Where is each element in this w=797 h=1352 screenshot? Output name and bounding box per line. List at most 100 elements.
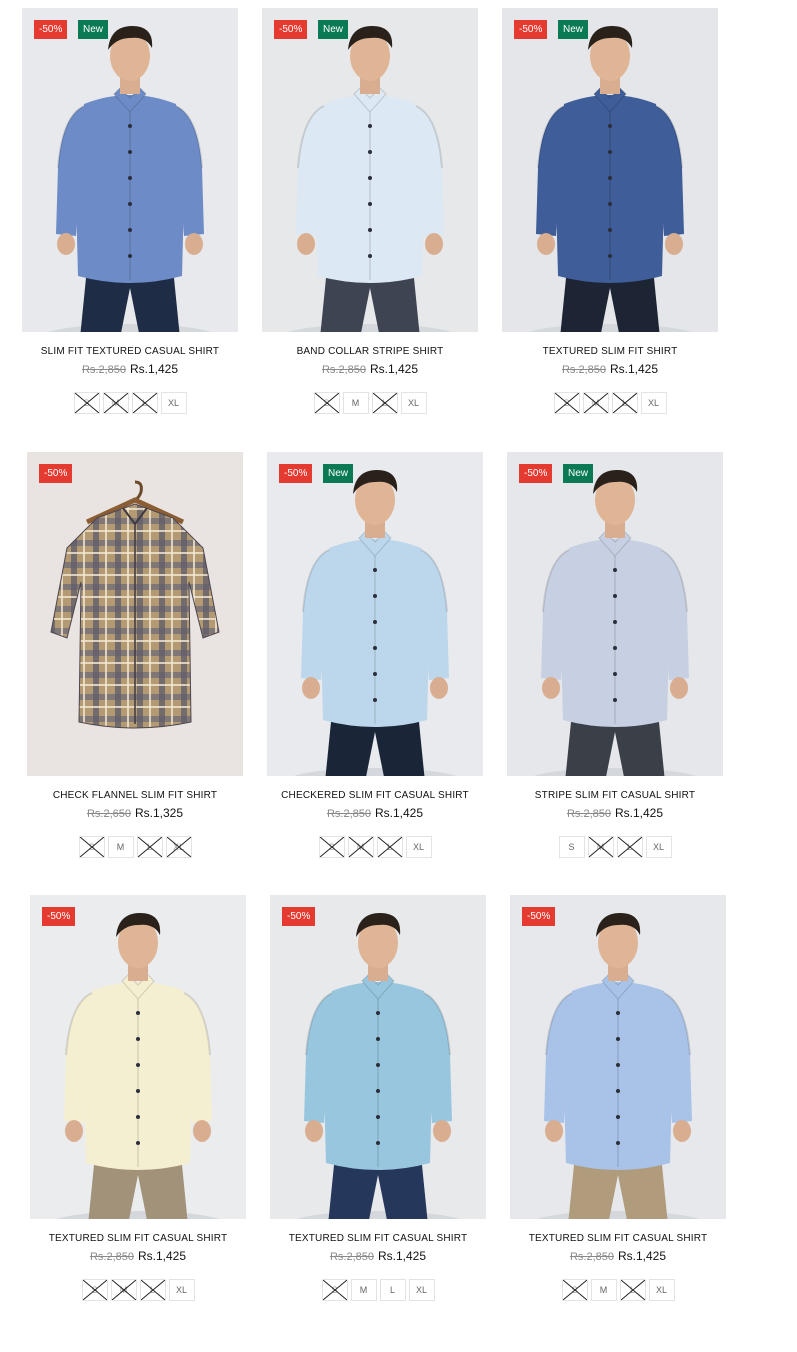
price-row: Rs.2,850 Rs.1,425	[262, 362, 478, 376]
product-card[interactable]: -50% TEXTURED SLIM FIT CASUAL SHIRT Rs.2,8…	[510, 895, 726, 1301]
new-badge: New	[558, 20, 589, 39]
size-option-s[interactable]: S	[558, 836, 585, 858]
product-image[interactable]: -50%	[270, 895, 486, 1219]
product-image[interactable]: -50%	[30, 895, 246, 1219]
product-title[interactable]: TEXTURED SLIM FIT CASUAL SHIRT	[30, 1233, 246, 1244]
product-photo	[262, 8, 478, 332]
product-card[interactable]: -50% New SLIM FIT TEXTURED CASUAL SHIRT Rs.…	[22, 8, 238, 414]
discount-badge: -50%	[42, 907, 76, 926]
product-photo	[502, 8, 718, 332]
product-image[interactable]: -50%	[510, 895, 726, 1219]
product-card[interactable]: -50% TEXTURED SLIM FIT CASUAL SHIRT Rs.2,8…	[270, 895, 486, 1301]
product-image[interactable]: -50%	[27, 452, 243, 776]
sale-price: Rs.1,425	[610, 362, 659, 376]
product-title[interactable]: STRIPE SLIM FIT CASUAL SHIRT	[507, 790, 723, 801]
size-option-xl[interactable]: XL	[160, 392, 187, 414]
size-label: M	[359, 1285, 368, 1295]
size-option-s-unavailable[interactable]: S	[313, 392, 340, 414]
product-title[interactable]: TEXTURED SLIM FIT SHIRT	[502, 346, 718, 357]
size-option-m[interactable]: M	[342, 392, 369, 414]
product-image[interactable]: -50% New	[22, 8, 238, 332]
size-label: XL	[167, 398, 179, 408]
product-card[interactable]: -50% New STRIPE SLIM FIT CASUAL SHIRT Rs.2,…	[507, 452, 723, 858]
product-title[interactable]: SLIM FIT TEXTURED CASUAL SHIRT	[22, 346, 238, 357]
product-photo	[30, 895, 246, 1219]
product-title[interactable]: TEXTURED SLIM FIT CASUAL SHIRT	[270, 1233, 486, 1244]
size-option-l-unavailable[interactable]: L	[131, 392, 158, 414]
product-card[interactable]: -50% TEXTURED SLIM FIT CASUAL SHIRT Rs.2,8…	[30, 895, 246, 1301]
product-card[interactable]: -50% New BAND COLLAR STRIPE SHIRT Rs.2,850 R…	[262, 8, 478, 414]
new-badge: New	[78, 20, 109, 39]
size-option-xl-unavailable[interactable]: XL	[165, 836, 192, 858]
product-photo	[507, 452, 723, 776]
size-option-m-unavailable[interactable]: M	[102, 392, 129, 414]
size-option-m[interactable]: M	[107, 836, 134, 858]
size-option-m-unavailable[interactable]: M	[582, 392, 609, 414]
size-options: S M L XL	[27, 836, 243, 858]
size-label: S	[331, 1285, 338, 1295]
size-option-s-unavailable[interactable]: S	[81, 1279, 108, 1301]
size-label: XL	[175, 1285, 187, 1295]
product-image[interactable]: -50% New	[262, 8, 478, 332]
product-card[interactable]: -50% New TEXTURED SLIM FIT SHIRT Rs.2,850 Rs…	[502, 8, 718, 414]
size-option-m[interactable]: M	[350, 1279, 377, 1301]
size-option-l-unavailable[interactable]: L	[376, 836, 403, 858]
size-option-l-unavailable[interactable]: L	[616, 836, 643, 858]
size-label: M	[596, 842, 605, 852]
product-image[interactable]: -50% New	[507, 452, 723, 776]
size-option-m-unavailable[interactable]: M	[110, 1279, 137, 1301]
product-title[interactable]: TEXTURED SLIM FIT CASUAL SHIRT	[510, 1233, 726, 1244]
size-option-xl[interactable]: XL	[400, 392, 427, 414]
size-label: XL	[172, 842, 184, 852]
size-options: S M L XL	[267, 836, 483, 858]
size-option-xl[interactable]: XL	[645, 836, 672, 858]
size-option-s-unavailable[interactable]: S	[553, 392, 580, 414]
size-label: M	[116, 842, 125, 852]
product-photo	[270, 895, 486, 1219]
size-option-l-unavailable[interactable]: L	[139, 1279, 166, 1301]
discount-badge: -50%	[519, 464, 553, 483]
size-option-s-unavailable[interactable]: S	[73, 392, 100, 414]
size-option-m-unavailable[interactable]: M	[347, 836, 374, 858]
product-card[interactable]: -50% CHECK FLANNEL SLIM FIT SHIRT Rs.2,650…	[27, 452, 243, 858]
product-title[interactable]: CHECK FLANNEL SLIM FIT SHIRT	[27, 790, 243, 801]
size-option-s-unavailable[interactable]: S	[318, 836, 345, 858]
size-label: XL	[655, 1285, 667, 1295]
product-title[interactable]: CHECKERED SLIM FIT CASUAL SHIRT	[267, 790, 483, 801]
size-options: S M L XL	[510, 1279, 726, 1301]
size-label: L	[146, 842, 152, 852]
size-option-s-unavailable[interactable]: S	[561, 1279, 588, 1301]
product-photo	[22, 8, 238, 332]
price-row: Rs.2,850 Rs.1,425	[267, 806, 483, 820]
size-label: XL	[415, 1285, 427, 1295]
product-card[interactable]: -50% New CHECKERED SLIM FIT CASUAL SHIRT Rs…	[267, 452, 483, 858]
new-badge: New	[318, 20, 349, 39]
size-option-m-unavailable[interactable]: M	[587, 836, 614, 858]
product-image[interactable]: -50% New	[267, 452, 483, 776]
size-option-l-unavailable[interactable]: L	[611, 392, 638, 414]
size-option-l-unavailable[interactable]: L	[136, 836, 163, 858]
size-option-xl[interactable]: XL	[640, 392, 667, 414]
size-option-xl[interactable]: XL	[648, 1279, 675, 1301]
size-label: L	[629, 1285, 635, 1295]
original-price: Rs.2,850	[569, 1251, 614, 1263]
sale-price: Rs.1,325	[135, 806, 184, 820]
size-options: S M L XL	[502, 392, 718, 414]
size-option-s-unavailable[interactable]: S	[321, 1279, 348, 1301]
size-option-m[interactable]: M	[590, 1279, 617, 1301]
size-option-l-unavailable[interactable]: L	[619, 1279, 646, 1301]
size-option-xl[interactable]: XL	[405, 836, 432, 858]
size-option-s-unavailable[interactable]: S	[78, 836, 105, 858]
original-price: Rs.2,850	[329, 1251, 374, 1263]
sale-price: Rs.1,425	[375, 806, 424, 820]
size-option-xl[interactable]: XL	[408, 1279, 435, 1301]
sale-price: Rs.1,425	[378, 1249, 427, 1263]
size-option-l-unavailable[interactable]: L	[371, 392, 398, 414]
product-image[interactable]: -50% New	[502, 8, 718, 332]
size-option-l[interactable]: L	[379, 1279, 406, 1301]
original-price: Rs.2,850	[89, 1251, 134, 1263]
product-title[interactable]: BAND COLLAR STRIPE SHIRT	[262, 346, 478, 357]
size-label: M	[111, 398, 120, 408]
discount-badge: -50%	[274, 20, 308, 39]
size-option-xl[interactable]: XL	[168, 1279, 195, 1301]
